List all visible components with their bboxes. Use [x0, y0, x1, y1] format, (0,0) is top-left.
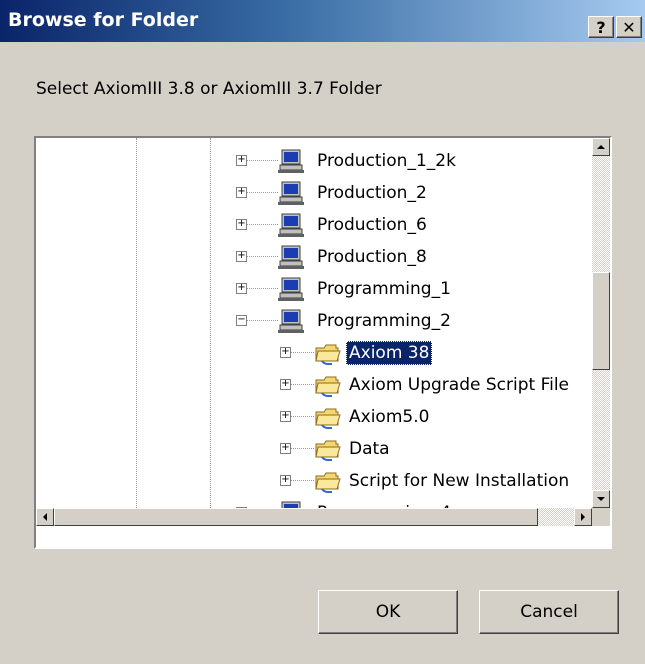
- computer-icon: [278, 149, 304, 173]
- expand-toggle[interactable]: +: [236, 251, 247, 262]
- tree-item[interactable]: + Axiom 38: [36, 338, 592, 370]
- cancel-button[interactable]: Cancel: [479, 590, 619, 634]
- tree-item[interactable]: + Production_6: [36, 210, 592, 242]
- horizontal-scroll-thumb[interactable]: [54, 508, 538, 526]
- expand-toggle[interactable]: +: [280, 347, 291, 358]
- expand-toggle[interactable]: +: [236, 155, 247, 166]
- tree-item[interactable]: + Production_2: [36, 178, 592, 210]
- computer-icon: [278, 181, 304, 205]
- computer-icon: [278, 309, 304, 333]
- expand-toggle[interactable]: +: [236, 219, 247, 230]
- tree-item-label[interactable]: Axiom Upgrade Script File: [346, 373, 572, 397]
- tree-connector: [291, 448, 314, 449]
- ok-button[interactable]: OK: [318, 590, 458, 634]
- tree-item-label[interactable]: Axiom5.0: [346, 405, 432, 429]
- expand-toggle[interactable]: −: [236, 315, 247, 326]
- computer-icon: [278, 245, 304, 269]
- arrow-down-icon: [597, 497, 605, 501]
- scroll-right-button[interactable]: [574, 508, 592, 526]
- tree-item[interactable]: + Axiom5.0: [36, 402, 592, 434]
- tree-item[interactable]: + Programming_1: [36, 274, 592, 306]
- shared-folder-icon: [314, 341, 341, 365]
- shared-folder-icon: [314, 437, 341, 461]
- expand-toggle[interactable]: +: [236, 187, 247, 198]
- close-button[interactable]: ✕: [616, 16, 642, 38]
- scroll-up-button[interactable]: [592, 138, 610, 156]
- computer-icon: [278, 501, 304, 508]
- expand-toggle[interactable]: +: [236, 283, 247, 294]
- arrow-up-icon: [597, 145, 605, 149]
- vertical-scroll-thumb[interactable]: [592, 272, 610, 370]
- arrow-left-icon: [43, 513, 47, 521]
- arrow-right-icon: [581, 513, 585, 521]
- tree-item[interactable]: + Production_1_2k: [36, 146, 592, 178]
- expand-toggle[interactable]: +: [280, 443, 291, 454]
- tree-item-label[interactable]: Programming_2: [314, 309, 454, 333]
- tree-connector: [247, 256, 278, 257]
- tree-connector: [291, 352, 314, 353]
- window-title: Browse for Folder: [8, 9, 199, 31]
- vertical-scrollbar[interactable]: [592, 138, 610, 508]
- prompt-text: Select AxiomIII 3.8 or AxiomIII 3.7 Fold…: [36, 79, 382, 99]
- tree-item-label[interactable]: Data: [346, 437, 393, 461]
- tree-connector: [291, 416, 314, 417]
- scroll-left-button[interactable]: [36, 508, 54, 526]
- tree-item-label[interactable]: Programming_1: [314, 277, 454, 301]
- title-bar[interactable]: Browse for Folder ? ✕: [0, 0, 645, 42]
- tree-item-label[interactable]: Production_2: [314, 181, 430, 205]
- shared-folder-icon: [314, 373, 341, 397]
- folder-tree[interactable]: + Production_1_2k + Production_2 + Production…: [34, 136, 612, 549]
- tree-connector: [291, 384, 314, 385]
- tree-item[interactable]: + Production_8: [36, 242, 592, 274]
- tree-item-label[interactable]: Production_1_2k: [314, 149, 459, 173]
- tree-connector: [247, 160, 278, 161]
- horizontal-scrollbar[interactable]: [36, 508, 592, 526]
- tree-item-label[interactable]: Programming_4: [314, 501, 454, 508]
- computer-icon: [278, 213, 304, 237]
- shared-folder-icon: [314, 469, 341, 493]
- scroll-corner: [592, 508, 610, 526]
- tree-item-label[interactable]: Production_8: [314, 245, 430, 269]
- computer-icon: [278, 277, 304, 301]
- shared-folder-icon: [314, 405, 341, 429]
- tree-item-label[interactable]: Axiom 38: [346, 341, 433, 365]
- expand-toggle[interactable]: +: [280, 379, 291, 390]
- tree-item-label[interactable]: Script for New Installation: [346, 469, 572, 493]
- tree-item[interactable]: + Axiom Upgrade Script File: [36, 370, 592, 402]
- tree-connector: [247, 192, 278, 193]
- tree-connector: [247, 288, 278, 289]
- expand-toggle[interactable]: +: [280, 475, 291, 486]
- tree-item[interactable]: +Programming_4: [36, 498, 592, 508]
- tree-item-label[interactable]: Production_6: [314, 213, 430, 237]
- help-button[interactable]: ?: [588, 16, 614, 38]
- tree-viewport[interactable]: + Production_1_2k + Production_2 + Production…: [36, 138, 592, 508]
- expand-toggle[interactable]: +: [280, 411, 291, 422]
- tree-connector: [247, 224, 278, 225]
- tree-item[interactable]: + Data: [36, 434, 592, 466]
- tree-connector: [247, 320, 278, 321]
- tree-item[interactable]: + Script for New Installation: [36, 466, 592, 498]
- scroll-down-button[interactable]: [592, 490, 610, 508]
- tree-connector: [291, 480, 314, 481]
- tree-item[interactable]: − Programming_2: [36, 306, 592, 338]
